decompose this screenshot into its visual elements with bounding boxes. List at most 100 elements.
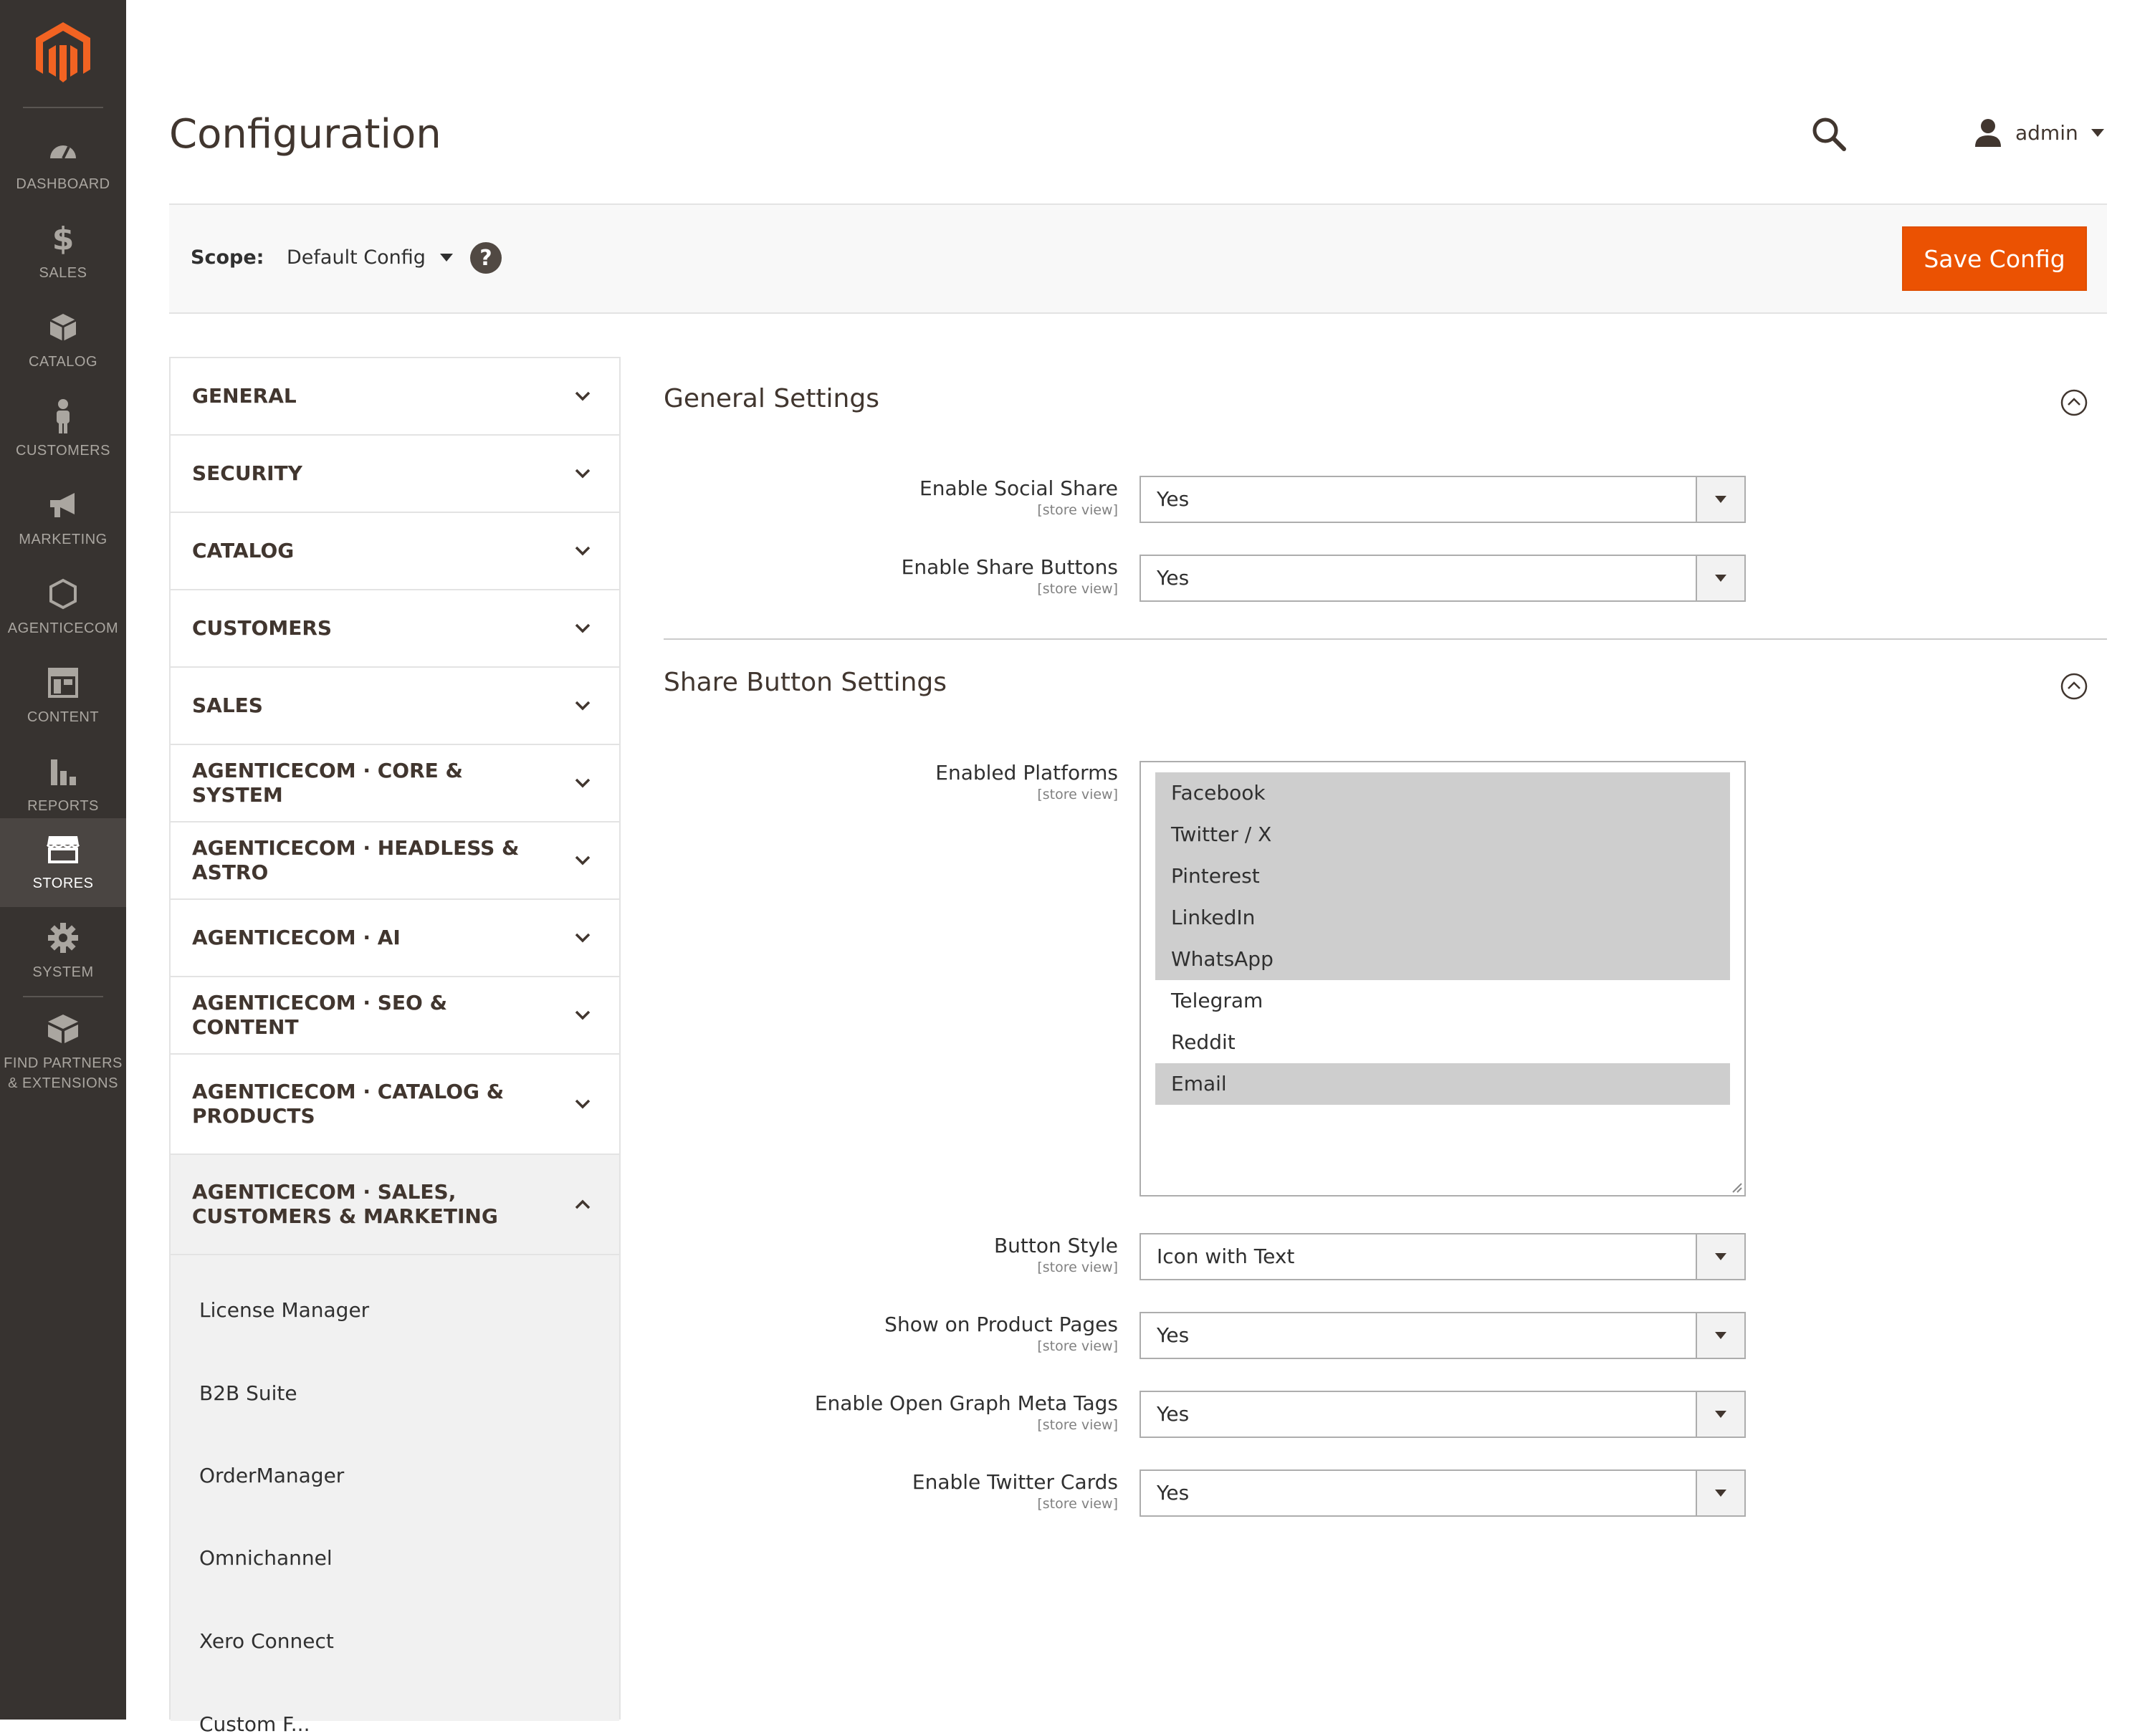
nav-content[interactable]: CONTENT [0, 652, 126, 741]
select-value: Yes [1157, 1323, 1190, 1347]
layout-icon [46, 666, 80, 700]
section-divider [664, 638, 2107, 640]
nav-agenticecom[interactable]: AGENTICECOM [0, 563, 126, 652]
platform-option[interactable]: Twitter / X [1155, 814, 1730, 855]
subtab-omnichannel[interactable]: Omnichannel [199, 1546, 333, 1570]
magento-logo[interactable] [0, 0, 126, 107]
platform-option[interactable]: Reddit [1155, 1022, 1730, 1063]
platform-option[interactable]: Pinterest [1155, 855, 1730, 897]
tab-label: SECURITY [192, 461, 302, 485]
nav-system[interactable]: SYSTEM [0, 907, 126, 996]
platform-option[interactable]: Facebook [1155, 772, 1730, 814]
tab-agenticecom-catalog[interactable]: AGENTICECOM · CATALOG & PRODUCTS [171, 1055, 619, 1155]
button-style-select[interactable]: Icon with Text [1140, 1233, 1746, 1280]
nav-customers[interactable]: CUSTOMERS [0, 385, 126, 474]
platform-option[interactable]: LinkedIn [1155, 897, 1730, 939]
bar-chart-icon [46, 754, 80, 789]
collapse-icon[interactable] [2060, 672, 2088, 701]
tab-label: AGENTICECOM · HEADLESS & ASTRO [192, 836, 520, 884]
save-config-button[interactable]: Save Config [1902, 226, 2087, 291]
help-icon[interactable]: ? [470, 242, 502, 274]
section-title-general[interactable]: General Settings [664, 384, 879, 413]
chevron-down-icon [575, 546, 591, 556]
tab-agenticecom-core[interactable]: AGENTICECOM · CORE & SYSTEM [171, 745, 619, 823]
chevron-up-icon [575, 1199, 591, 1209]
tab-agenticecom-sales[interactable]: AGENTICECOM · SALES, CUSTOMERS & MARKETI… [171, 1155, 619, 1255]
field-scope: [store view] [1037, 502, 1118, 518]
chevron-down-icon [575, 778, 591, 788]
field-label: Show on Product Pages [884, 1313, 1118, 1336]
dashboard-icon [46, 133, 80, 167]
enable-open-graph-select[interactable]: Yes [1140, 1391, 1746, 1438]
admin-sidebar: DASHBOARD $ SALES CATALOG CUSTOMERS MARK… [0, 0, 126, 1720]
chevron-down-icon [575, 855, 591, 865]
subtab-list: License Manager B2B Suite OrderManager O… [171, 1255, 619, 1736]
platform-option[interactable]: WhatsApp [1155, 939, 1730, 980]
tab-catalog[interactable]: CATALOG [171, 513, 619, 590]
scope-value: Default Config [287, 246, 426, 269]
tab-label: AGENTICECOM · SEO & CONTENT [192, 991, 448, 1039]
nav-dashboard[interactable]: DASHBOARD [0, 119, 126, 208]
nav-divider [23, 996, 103, 997]
nav-sales[interactable]: $ SALES [0, 208, 126, 297]
nav-reports[interactable]: REPORTS [0, 741, 126, 830]
field-label: Button Style [993, 1234, 1118, 1257]
dropdown-arrow-icon [1696, 1471, 1744, 1515]
subtab-license-manager[interactable]: License Manager [199, 1298, 369, 1322]
logo-divider [23, 107, 103, 108]
resize-grip-icon[interactable] [1730, 1181, 1743, 1194]
dropdown-arrow-icon [1696, 1392, 1744, 1437]
chevron-down-icon [575, 623, 591, 633]
field-label: Enable Open Graph Meta Tags [814, 1391, 1118, 1415]
tab-label: AGENTICECOM · AI [192, 926, 401, 949]
tab-security[interactable]: SECURITY [171, 436, 619, 513]
tab-customers[interactable]: CUSTOMERS [171, 590, 619, 668]
subtab-order-manager[interactable]: OrderManager [199, 1464, 344, 1487]
search-icon[interactable] [1810, 115, 1850, 155]
section-title-share[interactable]: Share Button Settings [664, 668, 947, 697]
hexagon-icon [46, 577, 80, 611]
dollar-icon: $ [52, 220, 75, 257]
box-icon [46, 310, 80, 345]
field-label: Enabled Platforms [935, 761, 1118, 785]
platform-option[interactable]: Email [1155, 1063, 1730, 1105]
tab-label: CUSTOMERS [192, 616, 333, 640]
select-value: Yes [1157, 1481, 1190, 1505]
field-scope: [store view] [1037, 1496, 1118, 1512]
tab-agenticecom-headless[interactable]: AGENTICECOM · HEADLESS & ASTRO [171, 823, 619, 900]
extensions-icon [46, 1012, 80, 1046]
tab-label: AGENTICECOM · SALES, CUSTOMERS & MARKETI… [192, 1180, 498, 1228]
enable-social-share-select[interactable]: Yes [1140, 476, 1746, 523]
nav-find-partners[interactable]: FIND PARTNERS & EXTENSIONS [0, 999, 126, 1106]
scope-switcher[interactable]: Default Config [287, 246, 453, 269]
admin-user-menu[interactable]: admin [1972, 115, 2104, 150]
admin-username: admin [2015, 120, 2078, 145]
field-scope: [store view] [1037, 787, 1118, 802]
nav-stores[interactable]: STORES [0, 818, 126, 907]
subtab-b2b-suite[interactable]: B2B Suite [199, 1381, 297, 1405]
tab-agenticecom-ai[interactable]: AGENTICECOM · AI [171, 900, 619, 977]
tab-sales[interactable]: SALES [171, 668, 619, 745]
tab-label: AGENTICECOM · CATALOG & PRODUCTS [192, 1080, 505, 1128]
tab-general[interactable]: GENERAL [171, 358, 619, 436]
field-scope: [store view] [1037, 1260, 1118, 1275]
enable-twitter-cards-select[interactable]: Yes [1140, 1469, 1746, 1517]
scope-label: Scope: [191, 246, 264, 269]
subtab-custom[interactable]: Custom F... [199, 1712, 310, 1736]
nav-catalog[interactable]: CATALOG [0, 297, 126, 385]
tab-agenticecom-seo[interactable]: AGENTICECOM · SEO & CONTENT [171, 977, 619, 1055]
collapse-icon[interactable] [2060, 388, 2088, 417]
subtab-xero-connect[interactable]: Xero Connect [199, 1629, 334, 1653]
store-icon [46, 832, 80, 866]
platform-option[interactable]: Telegram [1155, 980, 1730, 1022]
dropdown-arrow-icon [1696, 1234, 1744, 1279]
user-icon [1972, 117, 2004, 148]
show-on-product-pages-select[interactable]: Yes [1140, 1312, 1746, 1359]
field-scope: [store view] [1037, 581, 1118, 597]
field-label: Enable Share Buttons [901, 555, 1118, 579]
dropdown-arrow-icon [1696, 477, 1744, 522]
enabled-platforms-multiselect[interactable]: Facebook Twitter / X Pinterest LinkedIn … [1140, 761, 1746, 1197]
megaphone-icon [46, 488, 80, 522]
enable-share-buttons-select[interactable]: Yes [1140, 555, 1746, 602]
nav-marketing[interactable]: MARKETING [0, 474, 126, 563]
